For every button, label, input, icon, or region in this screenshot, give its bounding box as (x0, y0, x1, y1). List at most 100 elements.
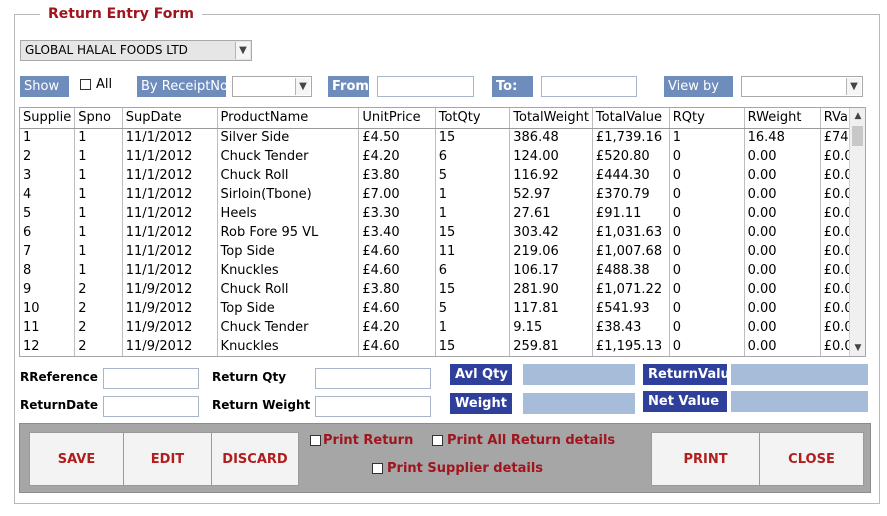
avl-qty-value (523, 364, 635, 385)
table-row[interactable]: 2 1 11/1/2012 Chuck Tender £4.20 6 124.00 £520.… (20, 147, 865, 166)
column-header[interactable]: TotQty (435, 108, 511, 129)
table-cell: 5 (435, 299, 511, 318)
print-supplier-checkbox[interactable] (372, 463, 383, 474)
table-cell: 15 (435, 337, 511, 356)
save-button[interactable]: SAVE (29, 432, 124, 486)
column-header[interactable]: Spno (74, 108, 123, 129)
print-all-return-label: Print All Return details (447, 433, 616, 448)
scroll-thumb[interactable] (852, 126, 863, 146)
table-row[interactable]: 7 1 11/1/2012 Top Side £4.60 11 219.06 £1,007.6… (20, 242, 865, 261)
column-header[interactable]: ProductName (217, 108, 360, 129)
grid-body: 1 1 11/1/2012 Silver Side £4.50 15 386.48 £1,73… (20, 128, 865, 356)
table-cell: 1 (74, 147, 123, 166)
table-cell: 0.00 (744, 261, 821, 280)
table-cell: 52.97 (509, 185, 593, 204)
table-cell: 15 (435, 223, 511, 242)
table-row[interactable]: 4 1 11/1/2012 Sirloin(Tbone) £7.00 1 52.97 £370… (20, 185, 865, 204)
rreference-input[interactable] (103, 368, 199, 389)
table-cell: 0 (669, 318, 745, 337)
close-button[interactable]: CLOSE (759, 432, 864, 486)
table-row[interactable]: 12 2 11/9/2012 Knuckles £4.60 15 259.81 £1,195.… (20, 337, 865, 356)
table-row[interactable]: 3 1 11/1/2012 Chuck Roll £3.80 5 116.92 £444.30… (20, 166, 865, 185)
scroll-up-icon[interactable]: ▲ (850, 108, 865, 124)
grid-header-row: Supplie Spno SupDate ProductName UnitPrice To… (20, 108, 865, 129)
from-date-input[interactable] (377, 76, 474, 97)
return-date-input[interactable] (103, 396, 199, 417)
table-cell: 0.00 (744, 204, 821, 223)
column-header[interactable]: RWeight (744, 108, 821, 129)
table-row[interactable]: 1 1 11/1/2012 Silver Side £4.50 15 386.48 £1,73… (20, 128, 865, 147)
view-by-select[interactable]: ▼ (741, 76, 863, 97)
table-cell: 11/1/2012 (122, 166, 218, 185)
table-cell: 0 (669, 204, 745, 223)
grid-scrollbar[interactable]: ▲ ▼ (849, 108, 865, 356)
column-header[interactable]: Supplie (20, 108, 76, 129)
table-cell: £4.60 (358, 261, 436, 280)
table-cell: 11/1/2012 (122, 185, 218, 204)
table-cell: 0.00 (744, 185, 821, 204)
table-cell: 11/1/2012 (122, 261, 218, 280)
table-cell: 0.00 (744, 147, 821, 166)
avl-qty-label: Avl Qty (450, 364, 512, 385)
table-row[interactable]: 6 1 11/1/2012 Rob Fore 95 VL £3.40 15 303.42 £1… (20, 223, 865, 242)
table-cell: 0 (669, 147, 745, 166)
return-weight-input[interactable] (315, 396, 431, 417)
print-button[interactable]: PRINT (651, 432, 760, 486)
weight-label: Weight (450, 393, 512, 414)
table-cell: 1 (435, 204, 511, 223)
table-row[interactable]: 9 2 11/9/2012 Chuck Roll £3.80 15 281.90 £1,071… (20, 280, 865, 299)
table-cell: £1,031.63 (592, 223, 670, 242)
chevron-down-icon[interactable]: ▼ (295, 78, 310, 95)
table-row[interactable]: 5 1 11/1/2012 Heels £3.30 1 27.61 £91.11 0 0.00 £0… (20, 204, 865, 223)
return-grid[interactable]: Supplie Spno SupDate ProductName UnitPrice To… (19, 107, 866, 357)
to-label: To: (492, 76, 533, 97)
supplier-select[interactable]: GLOBAL HALAL FOODS LTD ▼ (20, 40, 252, 61)
chevron-down-icon[interactable]: ▼ (846, 78, 861, 95)
table-cell: 0 (669, 242, 745, 261)
table-cell: 6 (20, 223, 76, 242)
table-cell: 11/9/2012 (122, 337, 218, 356)
table-row[interactable]: 8 1 11/1/2012 Knuckles £4.60 6 106.17 £488.38 0 0… (20, 261, 865, 280)
table-cell: £1,195.13 (592, 337, 670, 356)
table-row[interactable]: 11 2 11/9/2012 Chuck Tender £4.20 1 9.15 £38.43… (20, 318, 865, 337)
edit-button[interactable]: EDIT (123, 432, 212, 486)
scroll-down-icon[interactable]: ▼ (850, 340, 865, 356)
table-cell: Knuckles (217, 337, 360, 356)
column-header[interactable]: TotalValue (592, 108, 670, 129)
table-cell: Sirloin(Tbone) (217, 185, 360, 204)
table-cell: 1 (74, 261, 123, 280)
print-all-return-checkbox[interactable] (432, 435, 443, 446)
table-cell: Heels (217, 204, 360, 223)
table-cell: 106.17 (509, 261, 593, 280)
table-cell: Knuckles (217, 261, 360, 280)
table-cell: 5 (20, 204, 76, 223)
return-qty-input[interactable] (315, 368, 431, 389)
table-cell: 16.48 (744, 128, 821, 147)
table-cell: 11/9/2012 (122, 280, 218, 299)
action-panel: SAVE EDIT DISCARD Print Return Print All… (19, 423, 871, 493)
all-label: All (96, 77, 113, 92)
table-cell: Top Side (217, 242, 360, 261)
receipt-select[interactable]: ▼ (232, 76, 312, 97)
column-header[interactable]: RQty (669, 108, 745, 129)
table-cell: £91.11 (592, 204, 670, 223)
to-date-input[interactable] (541, 76, 637, 97)
print-return-checkbox[interactable] (310, 435, 321, 446)
table-cell: £444.30 (592, 166, 670, 185)
table-cell: 2 (74, 299, 123, 318)
table-cell: 0 (669, 299, 745, 318)
table-cell: 11/1/2012 (122, 242, 218, 261)
column-header[interactable]: SupDate (122, 108, 218, 129)
discard-button[interactable]: DISCARD (211, 432, 299, 486)
all-checkbox[interactable] (80, 79, 91, 90)
table-cell: 15 (435, 128, 511, 147)
table-cell: 386.48 (509, 128, 593, 147)
return-date-label: ReturnDate (20, 398, 99, 412)
chevron-down-icon[interactable]: ▼ (235, 42, 250, 59)
column-header[interactable]: UnitPrice (358, 108, 436, 129)
column-header[interactable]: TotalWeight (509, 108, 593, 129)
table-cell: 11/9/2012 (122, 299, 218, 318)
table-cell: 2 (74, 280, 123, 299)
table-row[interactable]: 10 2 11/9/2012 Top Side £4.60 5 117.81 £541.93 0… (20, 299, 865, 318)
return-table: Supplie Spno SupDate ProductName UnitPrice To… (20, 108, 865, 356)
